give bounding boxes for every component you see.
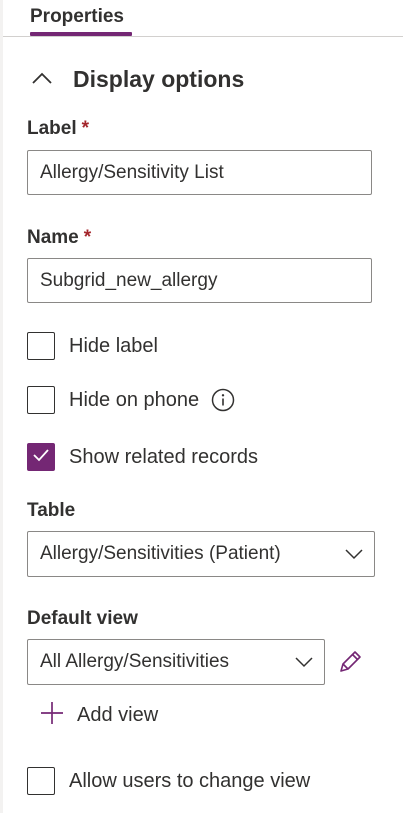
plus-icon: [39, 700, 65, 731]
name-field-label-text: Name: [27, 227, 79, 248]
label-input[interactable]: [27, 150, 372, 195]
default-view-dropdown[interactable]: All Allergy/Sensitivities: [27, 639, 325, 685]
hide-on-phone-option[interactable]: Hide on phone: [27, 384, 235, 416]
section-title: Display options: [73, 66, 245, 92]
tab-properties[interactable]: Properties: [30, 6, 124, 28]
chevron-up-icon: [27, 71, 53, 90]
default-view-field-label: Default view: [27, 608, 138, 629]
required-indicator: *: [83, 227, 92, 248]
add-view-label: Add view: [77, 703, 159, 726]
checkmark-icon: [32, 448, 50, 467]
default-view-selected-value: All Allergy/Sensitivities: [40, 651, 230, 672]
allow-change-view-checkbox[interactable]: [27, 767, 55, 795]
chevron-down-icon: [294, 655, 314, 673]
show-related-records-text: Show related records: [69, 445, 258, 468]
pencil-icon[interactable]: [336, 648, 364, 681]
required-indicator: *: [81, 118, 90, 139]
label-field-label-text: Label: [27, 118, 77, 139]
add-view-button[interactable]: Add view: [39, 700, 158, 730]
show-related-records-checkbox[interactable]: [27, 443, 55, 471]
info-icon[interactable]: [211, 388, 235, 412]
hide-on-phone-text: Hide on phone: [69, 388, 200, 411]
allow-change-view-option[interactable]: Allow users to change view: [27, 765, 310, 797]
table-field-label: Table: [27, 500, 76, 521]
active-tab-indicator: [30, 32, 132, 36]
name-input[interactable]: [27, 258, 372, 303]
hide-label-checkbox[interactable]: [27, 332, 55, 360]
hide-label-option[interactable]: Hide label: [27, 330, 158, 362]
table-dropdown[interactable]: Allergy/Sensitivities (Patient): [27, 531, 375, 577]
label-field-label: Label *: [27, 118, 89, 140]
table-selected-value: Allergy/Sensitivities (Patient): [40, 543, 281, 564]
tab-bar: Properties: [3, 0, 403, 37]
show-related-records-option[interactable]: Show related records: [27, 441, 258, 473]
properties-panel: Properties Display options Label* Name* …: [3, 0, 403, 813]
hide-on-phone-checkbox[interactable]: [27, 386, 55, 414]
hide-label-text: Hide label: [69, 334, 158, 357]
display-options-header[interactable]: Display options: [27, 62, 387, 98]
allow-change-view-text: Allow users to change view: [69, 769, 311, 792]
name-field-label: Name *: [27, 227, 91, 249]
chevron-down-icon: [344, 547, 364, 565]
